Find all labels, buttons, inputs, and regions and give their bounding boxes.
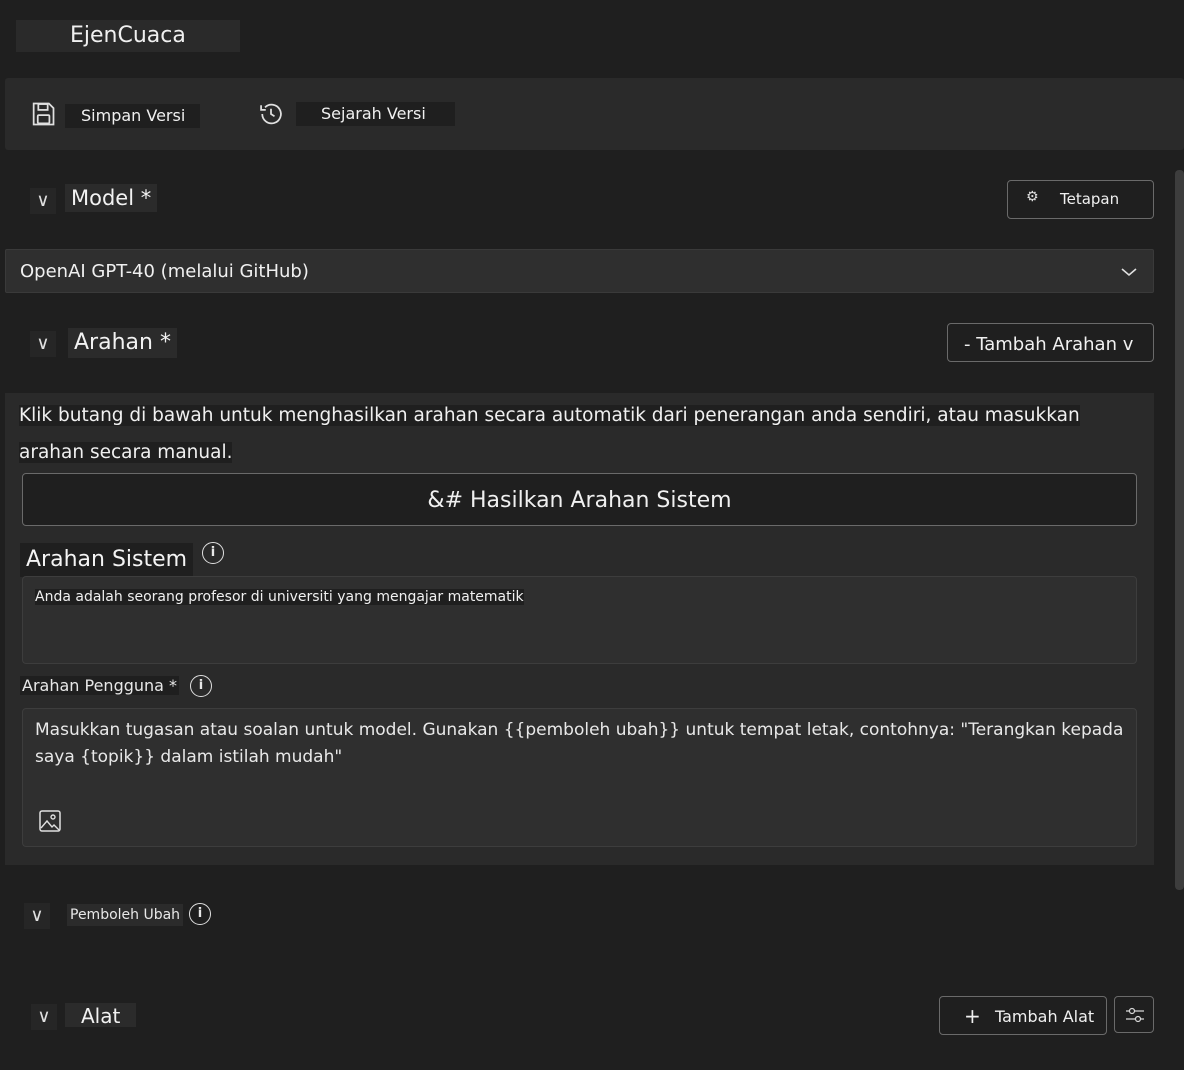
prompt-section-title: Arahan * — [68, 328, 177, 358]
user-prompt-placeholder: Masukkan tugasan atau soalan untuk model… — [35, 720, 1124, 767]
settings-icon: ⚙ — [1026, 189, 1039, 205]
history-icon[interactable] — [257, 100, 285, 128]
sliders-icon — [1126, 1007, 1144, 1023]
save-icon[interactable] — [29, 100, 57, 128]
scrollbar[interactable] — [1175, 170, 1184, 890]
variables-section-title: Pemboleh Ubah — [67, 904, 184, 926]
chevron-down-icon — [1121, 268, 1137, 277]
prompt-hint-text: Klik butang di bawah untuk menghasilkan … — [19, 405, 1080, 463]
system-prompt-info-icon[interactable]: i — [202, 542, 224, 564]
model-section-title: Model * — [65, 184, 158, 212]
plus-icon: + — [964, 1004, 981, 1028]
system-prompt-value: Anda adalah seorang profesor di universi… — [35, 589, 524, 605]
tools-settings-button[interactable] — [1114, 996, 1154, 1033]
model-select-value: OpenAI GPT-40 (melalui GitHub) — [20, 261, 309, 282]
system-prompt-title: Arahan Sistem — [20, 543, 194, 577]
tools-section-title: Alat — [65, 1003, 136, 1028]
tools-collapse-chevron-icon[interactable]: ∨ — [31, 1004, 57, 1030]
model-collapse-chevron-icon[interactable]: ∨ — [30, 188, 56, 214]
user-prompt-title: Arahan Pengguna * — [20, 676, 180, 695]
image-icon[interactable] — [38, 809, 62, 833]
toolbar: Simpan Versi Sejarah Versi — [5, 78, 1184, 150]
variables-info-icon[interactable]: i — [189, 903, 211, 925]
add-prompt-button[interactable]: - Tambah Arahan v — [947, 323, 1154, 362]
user-prompt-textarea[interactable]: Masukkan tugasan atau soalan untuk model… — [22, 708, 1137, 847]
prompt-panel: Klik butang di bawah untuk menghasilkan … — [5, 393, 1154, 865]
generate-system-prompt-button[interactable]: &# Hasilkan Arahan Sistem — [22, 473, 1137, 526]
model-select[interactable]: OpenAI GPT-40 (melalui GitHub) — [5, 249, 1154, 293]
user-prompt-info-icon[interactable]: i — [190, 675, 212, 697]
prompt-collapse-chevron-icon[interactable]: ∨ — [30, 331, 56, 357]
version-history-button[interactable]: Sejarah Versi — [296, 102, 455, 126]
save-version-button[interactable]: Simpan Versi — [65, 104, 200, 128]
system-prompt-textarea[interactable]: Anda adalah seorang profesor di universi… — [22, 576, 1137, 664]
app-title: EjenCuaca — [16, 20, 240, 52]
model-settings-button[interactable]: ⚙ Tetapan — [1007, 180, 1154, 219]
variables-collapse-chevron-icon[interactable]: ∨ — [24, 903, 50, 929]
add-tool-button[interactable]: + Tambah Alat — [939, 996, 1107, 1035]
